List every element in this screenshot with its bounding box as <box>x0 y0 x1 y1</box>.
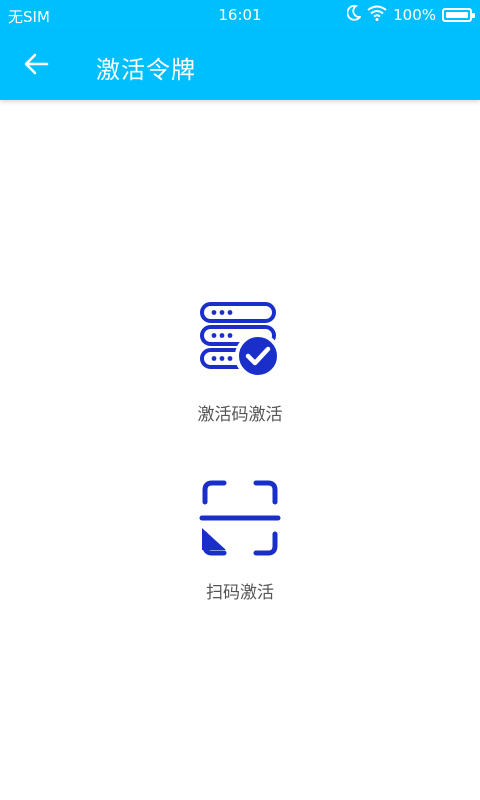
page-title: 激活令牌 <box>96 56 196 84</box>
status-bar: 无SIM 16:01 100% <box>0 0 480 32</box>
app-bar: 激活令牌 <box>0 32 480 100</box>
server-check-icon <box>198 300 282 384</box>
moon-icon <box>346 4 363 25</box>
scan-frame-icon <box>198 478 282 562</box>
code-activation-option[interactable]: 激活码激活 <box>0 300 480 425</box>
battery-icon <box>442 8 475 22</box>
battery-percent: 100% <box>393 6 436 24</box>
back-button[interactable] <box>14 46 58 86</box>
screen: 无SIM 16:01 100% 激活令牌 激活码激活 扫码激活 <box>0 0 480 800</box>
arrow-left-icon <box>23 52 49 80</box>
code-activation-label: 激活码激活 <box>197 405 283 425</box>
status-right: 100% <box>346 4 475 25</box>
scan-activation-option[interactable]: 扫码激活 <box>0 478 480 603</box>
wifi-icon <box>367 5 387 25</box>
scan-activation-label: 扫码激活 <box>206 583 274 603</box>
battery-level <box>446 12 468 18</box>
